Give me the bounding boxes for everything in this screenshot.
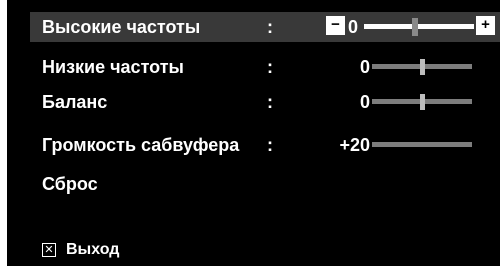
menu-item-label: Низкие частоты [42, 57, 184, 77]
close-icon: ✕ [42, 243, 56, 257]
menu-item-value: +20 [339, 135, 370, 155]
menu-item-colon: : [267, 57, 273, 77]
screen-edge-right [500, 0, 504, 266]
slider-knob[interactable] [420, 59, 425, 75]
menu-item-subwoofer-volume[interactable]: Громкость сабвуфера : +20 [30, 130, 500, 160]
menu-item-reset[interactable]: Сброс [30, 169, 500, 199]
menu-item-treble[interactable]: Высокие частоты : − 0 + [30, 12, 500, 42]
audio-settings-screen: Высокие частоты : − 0 + Низкие частоты :… [0, 0, 504, 266]
slider-knob[interactable] [420, 94, 425, 110]
subwoofer-slider[interactable] [372, 142, 472, 147]
menu-item-label: Баланс [42, 92, 108, 112]
increase-button[interactable]: + [476, 16, 495, 35]
menu-item-label: Громкость сабвуфера [42, 135, 240, 155]
decrease-button[interactable]: − [326, 16, 345, 35]
menu-item-value: 0 [359, 92, 370, 112]
menu-item-value: 0 [359, 57, 370, 77]
menu-item-colon: : [267, 92, 273, 112]
menu-item-label: Сброс [42, 174, 98, 194]
menu-item-balance[interactable]: Баланс : 0 [30, 87, 500, 117]
slider-knob[interactable] [412, 18, 418, 36]
balance-slider[interactable] [372, 94, 472, 110]
screen-edge-left [0, 0, 7, 266]
menu-item-value: 0 [347, 17, 358, 37]
menu-item-colon: : [267, 17, 273, 37]
bass-slider[interactable] [372, 59, 472, 75]
exit-label: Выход [66, 241, 120, 258]
menu-item-bass[interactable]: Низкие частоты : 0 [30, 52, 500, 82]
menu-item-label: Высокие частоты [42, 17, 201, 37]
menu-item-colon: : [267, 135, 273, 155]
treble-slider[interactable] [364, 18, 474, 36]
